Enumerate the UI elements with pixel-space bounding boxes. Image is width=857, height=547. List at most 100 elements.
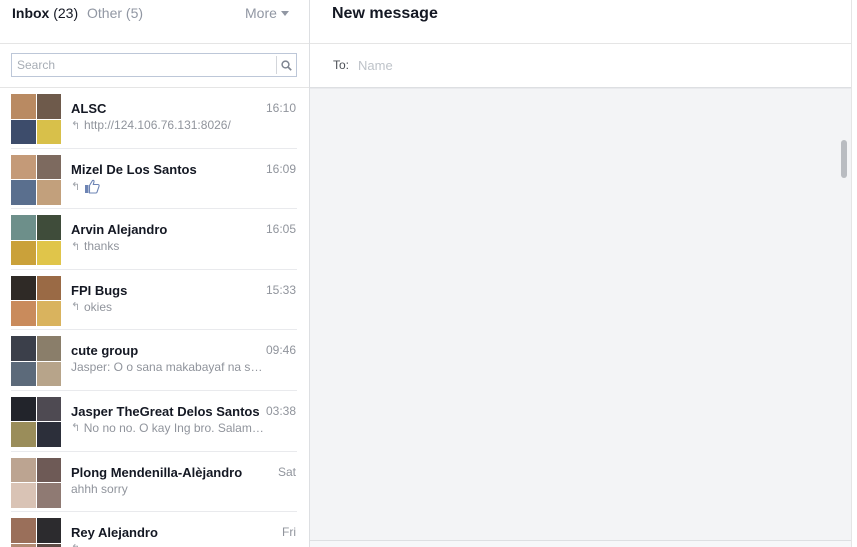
thread-snippet-text: thanks (84, 239, 120, 254)
thread-snippet-text: http://124.106.76.131:8026/ (84, 118, 231, 132)
thread-time: 03:38 (265, 403, 296, 418)
recipient-row: To: (310, 44, 851, 88)
compose-header: New message (310, 0, 851, 44)
avatar-photo-tile (11, 154, 36, 180)
thread-name: Plong Mendenilla-Alèjandro (71, 464, 243, 480)
thread-snippet: ↰ No no no. O kay Ing bro. Salama... (71, 421, 265, 435)
avatar (11, 518, 61, 547)
thread-row[interactable]: FPI Bugs 15:33 ↰ okies (11, 270, 297, 331)
composer-bottom-edge (310, 540, 851, 547)
tab-other[interactable]: Other (5) (87, 5, 143, 21)
thread-snippet: ↰ (71, 542, 84, 547)
thread-snippet: ↰ (71, 179, 100, 194)
avatar (11, 215, 61, 266)
avatar (11, 154, 61, 205)
conversation-area (310, 88, 851, 540)
thread-snippet-text: Jasper: O o sana makabayaf na sil... (71, 360, 265, 375)
search-input[interactable] (12, 54, 276, 76)
thread-time: 16:09 (265, 161, 296, 176)
avatar-photo-tile (11, 457, 36, 483)
thread-name: Arvin Alejandro (71, 222, 168, 238)
thread-snippet-text: ahhh sorry (71, 481, 128, 496)
avatar-photo-tile (36, 301, 61, 326)
avatar-photo-tile (36, 543, 61, 547)
compose-title: New message (332, 5, 438, 22)
tab-inbox-count: (23) (53, 5, 79, 21)
reply-arrow-icon: ↰ (71, 119, 81, 132)
thread-row[interactable]: Arvin Alejandro 16:05 ↰ thanks (11, 209, 297, 270)
tab-inbox[interactable]: Inbox (23) (12, 5, 78, 21)
avatar-photo-tile (11, 518, 36, 543)
avatar-photo-tile (36, 240, 61, 266)
thread-name: Rey Alejandro (71, 525, 158, 541)
thread-snippet: ↰ http://124.106.76.131:8026/ (71, 118, 231, 132)
more-dropdown[interactable]: More (245, 5, 289, 21)
thread-name: ALSC (71, 101, 107, 116)
thread-row[interactable]: Plong Mendenilla-Alèjandro Sat ahhh sorry (11, 452, 297, 513)
thread-row[interactable]: Jasper TheGreat Delos Santos 03:38 ↰ No no … (11, 391, 297, 452)
thread-snippet-text: No no no. O kay Ing bro. Salama... (83, 420, 265, 435)
avatar-photo-tile (36, 422, 61, 447)
avatar (11, 94, 61, 144)
avatar-photo-tile (36, 180, 61, 205)
thread-row[interactable]: Mizel De Los Santos 16:09 ↰ (11, 149, 297, 210)
avatar-photo-tile (11, 483, 36, 508)
avatar-photo-tile (36, 336, 61, 361)
search-button[interactable] (276, 56, 296, 74)
avatar-photo-tile (36, 518, 61, 543)
thread-name: Mizel De Los Santos (71, 161, 197, 177)
thread-time: 16:05 (265, 222, 296, 237)
compose-pane: New message To: (310, 0, 851, 547)
reply-arrow-icon: ↰ (71, 422, 81, 435)
thread-list: ALSC 16:10 ↰ http://124.106.76.131:8026/Miz… (0, 88, 309, 547)
scrollbar-thumb[interactable] (841, 140, 847, 178)
reply-arrow-icon: ↰ (71, 542, 83, 547)
avatar (11, 275, 61, 326)
thread-time: 16:10 (265, 101, 296, 115)
folder-tabs: Inbox (23) Other (5) More (0, 0, 309, 44)
recipient-input[interactable] (358, 54, 758, 76)
avatar-photo-tile (36, 119, 61, 144)
reply-arrow-icon: ↰ (71, 240, 81, 253)
thread-row[interactable]: ALSC 16:10 ↰ http://124.106.76.131:8026/ (11, 88, 297, 149)
thumbs-up-icon (85, 179, 100, 194)
thread-name: cute group (71, 343, 139, 359)
avatar-photo-tile (36, 457, 61, 483)
thread-time: 09:46 (265, 343, 296, 358)
avatar-photo-tile (11, 180, 36, 205)
avatar-photo-tile (11, 275, 36, 301)
avatar-photo-tile (11, 94, 36, 119)
tab-inbox-label: Inbox (12, 5, 50, 21)
avatar-photo-tile (11, 361, 36, 387)
thread-name: Jasper TheGreat Delos Santos (71, 403, 260, 419)
avatar-photo-tile (11, 396, 36, 422)
avatar-photo-tile (11, 215, 36, 240)
avatar (11, 336, 61, 387)
reply-arrow-icon: ↰ (71, 180, 81, 193)
thread-list-column: Inbox (23) Other (5) More ALSC16:10↰http… (0, 0, 310, 547)
thread-snippet: ↰ okies (71, 300, 112, 314)
avatar-photo-tile (11, 301, 36, 326)
avatar-photo-tile (36, 361, 61, 387)
thread-snippet: Jasper: O o sana makabayaf na sil... (71, 360, 265, 374)
messenger-app: Inbox (23) Other (5) More ALSC16:10↰http… (0, 0, 857, 547)
avatar-photo-tile (36, 396, 61, 422)
avatar-photo-tile (11, 336, 36, 361)
thread-time: 15:33 (265, 282, 296, 297)
chevron-down-icon (280, 10, 289, 16)
avatar-photo-tile (36, 154, 61, 180)
to-label: To: (333, 58, 350, 72)
thread-snippet: ↰ thanks (71, 239, 119, 253)
thread-snippet: ahhh sorry (71, 482, 128, 496)
thread-row[interactable]: cute group 09:46 Jasper: O o sana makabaya… (11, 330, 297, 391)
search-bar (0, 44, 309, 88)
thread-row[interactable]: Rey Alejandro Fri ↰ (11, 512, 297, 547)
avatar (11, 396, 61, 447)
avatar-photo-tile (11, 240, 36, 266)
thread-time: Fri (282, 525, 296, 540)
page-scrollbar-track[interactable] (851, 0, 857, 547)
search-icon (281, 59, 292, 71)
avatar (11, 457, 61, 508)
avatar-photo-tile (11, 119, 36, 144)
thread-snippet-text: okies (84, 299, 113, 314)
